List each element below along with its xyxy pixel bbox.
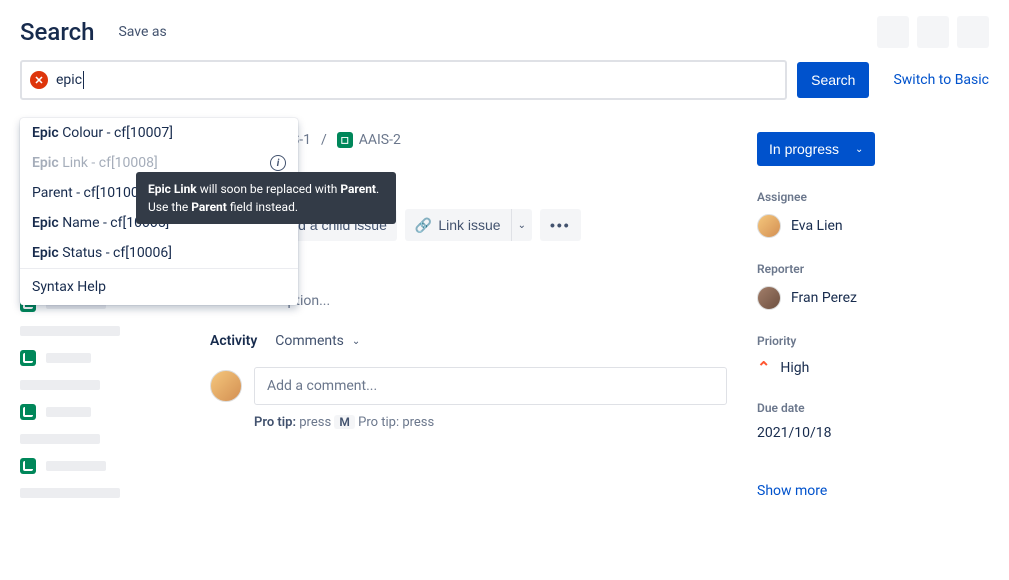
link-icon: 🔗 (415, 217, 432, 234)
link-issue-dropdown[interactable]: ⌄ (511, 209, 532, 241)
status-dropdown[interactable]: In progress ⌄ (757, 132, 875, 166)
reporter-label: Reporter (757, 262, 989, 276)
story-link[interactable]: ◻ AAIS-2 (337, 132, 401, 148)
suggestion-item[interactable]: Epic Colour - cf[10007] (20, 118, 298, 148)
due-date-label: Due date (757, 401, 989, 415)
header-actions (877, 16, 989, 48)
jql-text: epic (56, 71, 84, 89)
priority-field[interactable]: ⌃ High (757, 358, 989, 377)
header-action-1[interactable] (877, 16, 909, 48)
comment-protip: Pro tip: press M Pro tip: press (254, 415, 727, 430)
priority-label: Priority (757, 334, 989, 348)
assignee-field[interactable]: Eva Lien (757, 214, 989, 238)
story-icon (20, 404, 36, 420)
ellipsis-icon: ••• (550, 217, 571, 233)
page-title: Search (20, 18, 94, 46)
jql-input[interactable]: ✕ epic (20, 60, 787, 100)
story-icon (20, 350, 36, 366)
info-icon[interactable]: i (270, 155, 286, 171)
search-button[interactable]: Search (797, 62, 869, 98)
priority-high-icon: ⌃ (757, 358, 770, 377)
header-action-2[interactable] (917, 16, 949, 48)
assignee-label: Assignee (757, 190, 989, 204)
link-issue-button[interactable]: 🔗 Link issue (405, 209, 511, 241)
save-as-link[interactable]: Save as (118, 24, 166, 40)
chevron-down-icon: ⌄ (855, 144, 863, 155)
user-avatar (210, 370, 242, 402)
story-icon: ◻ (337, 132, 353, 148)
suggestion-item[interactable]: Epic Status - cf[10006] (20, 238, 298, 268)
switch-to-basic-link[interactable]: Switch to Basic (893, 72, 989, 88)
reporter-field[interactable]: Fran Perez (757, 286, 989, 310)
syntax-help-link[interactable]: Syntax Help (20, 269, 298, 305)
chevron-down-icon: ⌄ (518, 220, 526, 231)
result-row[interactable] (20, 404, 180, 420)
text-cursor (83, 71, 84, 89)
chevron-down-icon: ⌄ (352, 336, 360, 347)
deprecation-tooltip: Epic Link will soon be replaced with Par… (136, 172, 396, 224)
error-icon: ✕ (30, 71, 48, 89)
result-row[interactable] (20, 350, 180, 366)
user-avatar (757, 286, 781, 310)
due-date-field[interactable]: 2021/10/18 (757, 425, 989, 441)
activity-tab-select[interactable]: Comments ⌄ (275, 333, 360, 349)
show-more-link[interactable]: Show more (757, 483, 827, 499)
add-comment-input[interactable]: Add a comment... (254, 367, 727, 405)
more-actions-button[interactable]: ••• (540, 209, 581, 241)
user-avatar (757, 214, 781, 238)
activity-label: Activity (210, 333, 257, 349)
story-icon (20, 458, 36, 474)
issue-details-panel: In progress ⌄ Assignee Eva Lien Reporter… (757, 126, 989, 512)
header-action-3[interactable] (957, 16, 989, 48)
result-row[interactable] (20, 458, 180, 474)
